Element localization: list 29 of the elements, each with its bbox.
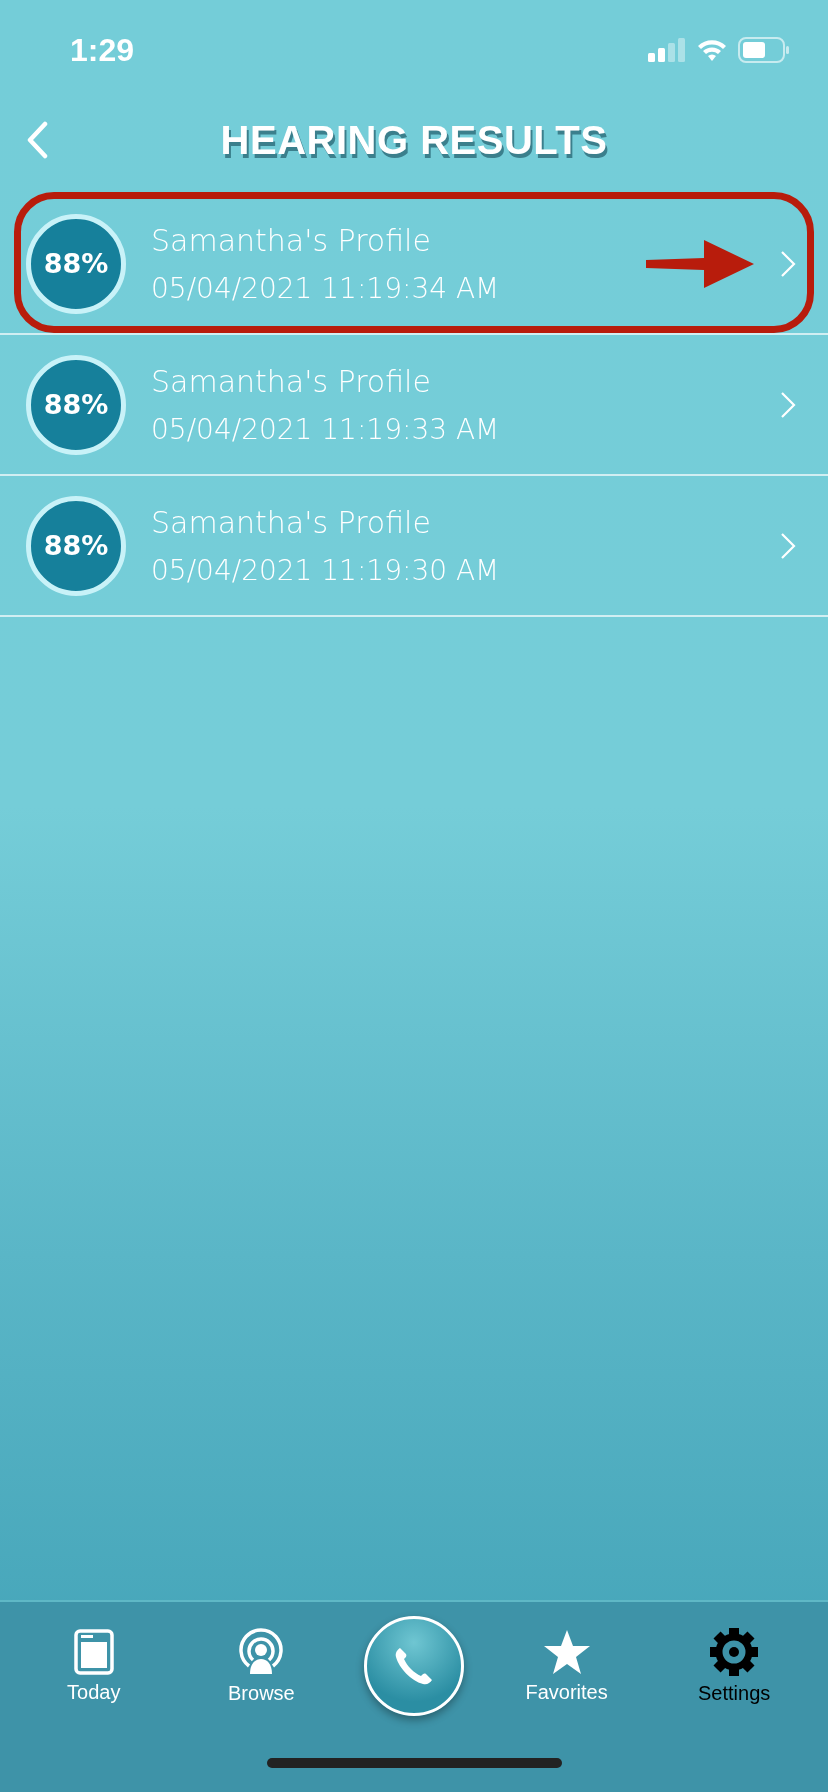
signal-icon	[648, 38, 686, 62]
result-row[interactable]: 88% Samantha's Profile 05/04/2021 11:19:33 AM	[0, 335, 828, 476]
screen-title: HEARING RESULTS	[220, 117, 608, 163]
result-date: 05/04/2021 11:19:30 AM	[151, 553, 501, 587]
tab-item[interactable]: Today	[28, 1628, 159, 1704]
call-button[interactable]	[364, 1616, 464, 1716]
wifi-icon	[696, 38, 728, 62]
result-date: 05/04/2021 11:19:33 AM	[151, 412, 501, 446]
tab-item[interactable]: Settings	[669, 1627, 800, 1705]
page-icon	[73, 1628, 114, 1675]
tab-item[interactable]: Browse	[196, 1627, 327, 1705]
star-icon	[542, 1628, 591, 1675]
result-row[interactable]: 88% Samantha's Profile 05/04/2021 11:19:34 AM	[0, 194, 828, 335]
tab-item[interactable]: Favorites	[501, 1628, 632, 1704]
profile-name: Samantha's Profile	[151, 504, 432, 540]
status-time: 1:29	[70, 31, 135, 69]
chevron-icon	[780, 249, 796, 278]
score-badge: 88%	[26, 495, 126, 596]
chevron-icon	[780, 390, 796, 419]
chevron-icon	[780, 531, 796, 560]
gear-icon	[710, 1627, 759, 1676]
score-badge: 88%	[26, 354, 126, 455]
result-date: 05/04/2021 11:19:34 AM	[151, 271, 501, 305]
score-badge: 88%	[26, 213, 126, 314]
broadcast-person-icon	[237, 1627, 286, 1676]
battery-icon	[738, 37, 790, 63]
profile-name: Samantha's Profile	[151, 222, 432, 258]
result-row[interactable]: 88% Samantha's Profile 05/04/2021 11:19:30 AM	[0, 476, 828, 617]
profile-name: Samantha's Profile	[151, 363, 432, 399]
